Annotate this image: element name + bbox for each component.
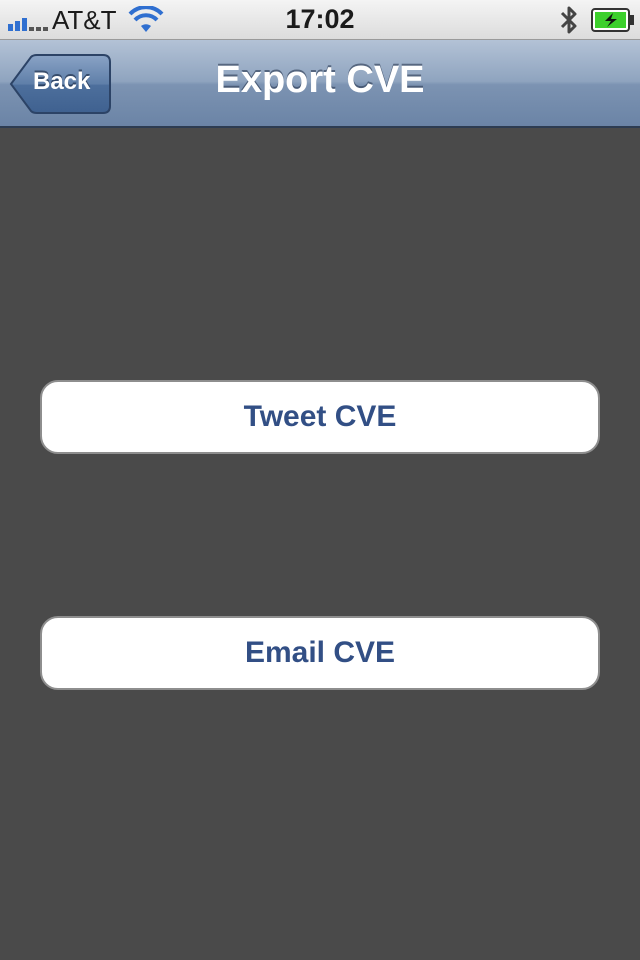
tweet-cve-button[interactable]: Tweet CVE [40,380,600,454]
bluetooth-icon [558,4,580,41]
clock: 17:02 [285,4,355,34]
email-cve-button[interactable]: Email CVE [40,616,600,690]
page-title: Export CVE [215,59,425,101]
screen: AT&T 17:02 Back Export CVE Tweet CVE Ema… [0,0,640,960]
battery-charging-icon [591,8,635,37]
status-bar: AT&T 17:02 [0,0,640,40]
navigation-bar: Back Export CVE [0,40,640,128]
